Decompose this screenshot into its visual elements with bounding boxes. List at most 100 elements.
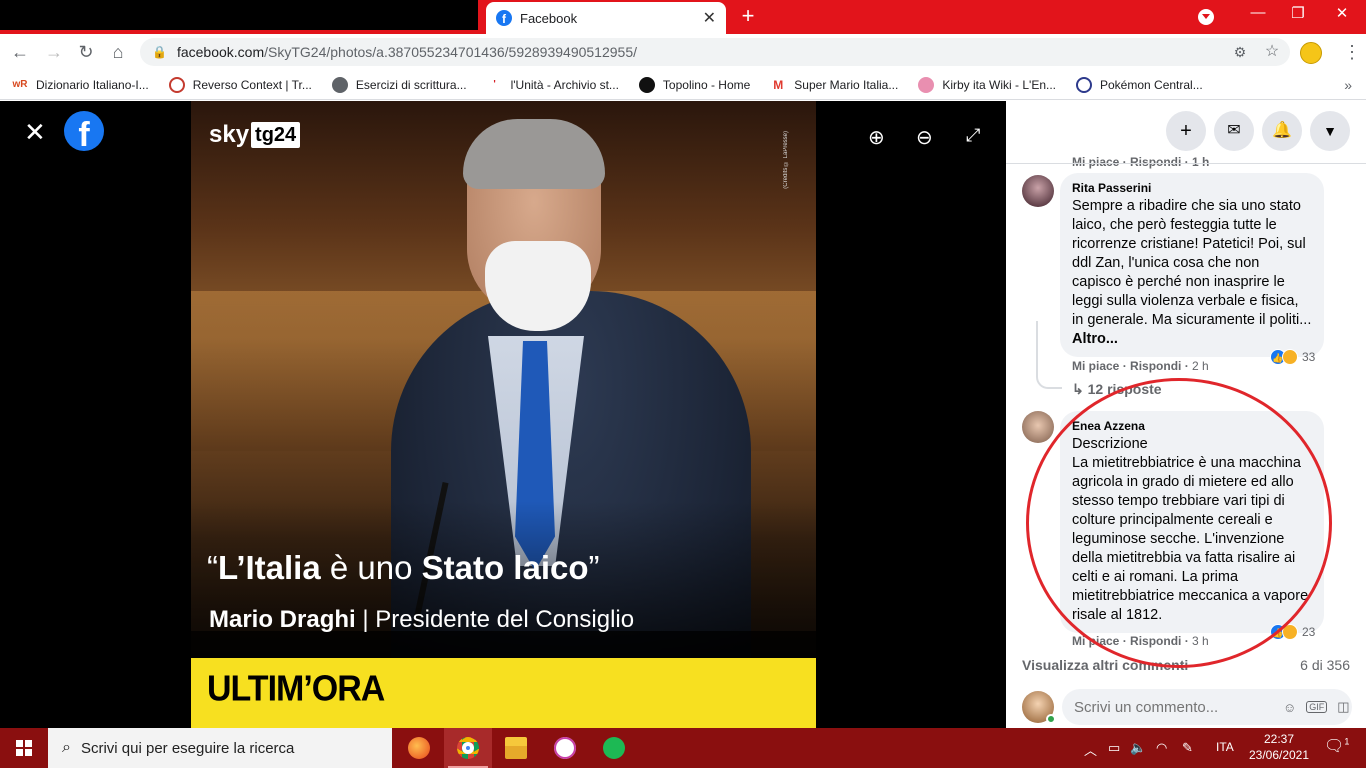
address-bar[interactable]: 🔒 facebook.com/SkyTG24/photos/a.38705523… <box>140 38 1290 66</box>
bookmarks-bar: wR Dizionario Italiano-I... Reverso Conte… <box>0 70 1366 100</box>
home-icon[interactable]: ⌂ <box>106 40 130 64</box>
tab-title: Facebook <box>520 10 578 26</box>
close-icon[interactable]: ✕ <box>24 119 46 145</box>
tab-strip: f Facebook ✕ + — ❐ ✕ <box>0 0 1366 34</box>
close-window-button[interactable]: ✕ <box>1328 4 1356 22</box>
haha-reaction-icon <box>1282 349 1298 365</box>
breaking-news-label: ULTIM’ORA <box>207 669 385 709</box>
like-link[interactable]: Mi piace <box>1072 634 1119 648</box>
notification-count: 1 <box>1344 736 1350 747</box>
bookmark-item[interactable]: Kirby ita Wiki - L'En... <box>918 76 1056 93</box>
bookmark-label: Super Mario Italia... <box>794 77 899 92</box>
reaction-count[interactable]: 👍 23 <box>1270 624 1315 640</box>
taskbar-itunes[interactable] <box>541 728 589 768</box>
replies-label: 12 risposte <box>1087 381 1162 397</box>
globe-icon <box>331 76 348 93</box>
gif-icon[interactable]: GIF <box>1306 701 1328 713</box>
account-menu-icon[interactable]: ▼ <box>1310 111 1350 151</box>
reaction-count[interactable]: 👍 33 <box>1270 349 1315 365</box>
restore-button[interactable]: ❐ <box>1284 4 1312 22</box>
new-tab-button[interactable]: + <box>737 5 759 27</box>
breaking-news-banner: ULTIM’ORA <box>191 658 816 728</box>
bookmark-item[interactable]: Esercizi di scrittura... <box>331 76 467 93</box>
bookmark-label: Dizionario Italiano-I... <box>36 77 149 92</box>
minimize-button[interactable]: — <box>1244 4 1272 21</box>
comment-time: 3 h <box>1192 634 1209 648</box>
bookmark-item[interactable]: Reverso Context | Tr... <box>168 76 312 93</box>
like-link[interactable]: Mi piace <box>1072 359 1119 373</box>
profile-menu-icon[interactable] <box>1198 9 1214 25</box>
search-icon: ⌕ <box>62 739 71 756</box>
back-arrow-icon[interactable]: ← <box>8 40 32 64</box>
comment-input[interactable] <box>1074 698 1273 716</box>
notifications-bell-icon[interactable]: 🔔 <box>1262 111 1302 151</box>
create-button[interactable]: + <box>1166 111 1206 151</box>
language-indicator[interactable]: ITA <box>1216 740 1234 754</box>
battery-icon[interactable]: ▭ <box>1108 740 1120 756</box>
sticker-icon[interactable]: ◫ <box>1337 699 1349 715</box>
avatar[interactable] <box>1022 175 1054 207</box>
start-button[interactable] <box>0 728 48 768</box>
notifications-icon[interactable]: 🗨1 <box>1324 736 1349 756</box>
bookmark-label: Topolino - Home <box>662 77 751 92</box>
reload-icon[interactable]: ↻ <box>74 40 98 64</box>
comment-actions: Mi piace · Rispondi · 2 h <box>1072 359 1209 373</box>
forward-arrow-icon[interactable]: → <box>42 40 66 64</box>
bookmark-item[interactable]: Pokémon Central... <box>1076 76 1203 93</box>
comment-author[interactable]: Enea Azzena <box>1072 419 1312 433</box>
facebook-favicon-icon: f <box>496 10 512 26</box>
view-replies-link[interactable]: ↳ 12 risposte <box>1072 381 1162 398</box>
bookmark-item[interactable]: wR Dizionario Italiano-I... <box>12 77 149 93</box>
bookmark-item[interactable]: ' l'Unità - Archivio st... <box>487 77 619 93</box>
browser-menu-icon[interactable]: ⋮ <box>1340 40 1364 64</box>
news-photo: sky tg24 (Credits © LaPresse) “L’Italia è… <box>191 101 816 728</box>
bookmark-star-icon[interactable]: ☆ <box>1260 40 1284 64</box>
haha-reaction-icon <box>1282 624 1298 640</box>
photo-viewer: ✕ f sky tg24 (Credits © LaPresse) “L’Ital… <box>0 101 1006 728</box>
zoom-in-icon[interactable]: ⊕ <box>868 125 885 150</box>
pen-icon[interactable]: ✎ <box>1182 740 1193 756</box>
taskbar-spotify[interactable] <box>590 728 638 768</box>
bookmark-item[interactable]: Topolino - Home <box>638 76 751 93</box>
view-more-comments-link[interactable]: Visualizza altri commenti <box>1022 657 1188 673</box>
sky-wordmark: sky <box>209 121 250 148</box>
photo-quote: “L’Italia è uno Stato laico” <box>207 549 600 587</box>
comments-panel: + ✉ 🔔 ▼ Mi piace · Rispondi · 1 h Rita P… <box>1006 101 1366 728</box>
reply-link[interactable]: Rispondi <box>1130 634 1181 648</box>
taskbar-file-explorer[interactable] <box>492 728 540 768</box>
tab-facebook[interactable]: f Facebook ✕ <box>486 2 726 34</box>
facebook-logo-icon[interactable]: f <box>64 111 104 151</box>
windows-logo-icon <box>16 740 32 756</box>
comment-actions: Mi piace · Rispondi · 3 h <box>1072 634 1209 648</box>
reply-link[interactable]: Rispondi <box>1130 359 1181 373</box>
mickey-icon <box>638 76 655 93</box>
see-more-link[interactable]: Altro... <box>1072 331 1118 347</box>
zoom-out-icon[interactable]: ⊖ <box>916 125 933 150</box>
messenger-icon[interactable]: ✉ <box>1214 111 1254 151</box>
comment-author[interactable]: Rita Passerini <box>1072 181 1312 195</box>
taskbar-chrome[interactable] <box>444 728 492 768</box>
tab-close-icon[interactable]: ✕ <box>703 8 716 28</box>
emoji-icon[interactable]: ☺ <box>1283 700 1296 715</box>
quote-bold-2: Stato laico <box>421 549 589 586</box>
avatar[interactable] <box>1022 411 1054 443</box>
quote-bold-1: L’Italia <box>218 549 321 586</box>
unita-icon: ' <box>493 79 496 90</box>
fullscreen-icon[interactable]: ⤢ <box>966 125 980 146</box>
taskbar-firefox[interactable] <box>395 728 443 768</box>
more-bookmarks-icon[interactable]: » <box>1344 77 1352 93</box>
extension-icon[interactable] <box>1300 42 1322 64</box>
volume-icon[interactable]: 🔈 <box>1130 740 1146 756</box>
taskbar-clock[interactable]: 22:37 23/06/2021 <box>1244 731 1314 763</box>
show-hidden-icons-chevron-icon[interactable]: ︿ <box>1084 740 1097 759</box>
windows-taskbar: ⌕ Scrivi qui per eseguire la ricerca ︿ ▭… <box>0 728 1366 768</box>
quote-open: “ <box>207 549 218 586</box>
spotify-icon <box>603 737 625 759</box>
site-info-icon[interactable]: ⚙ <box>1228 40 1252 64</box>
comment-bubble: Enea Azzena Descrizione La mietitrebbiat… <box>1060 411 1324 633</box>
comment-input-box[interactable]: ☺ GIF ◫ <box>1062 689 1352 725</box>
bookmark-item[interactable]: M Super Mario Italia... <box>770 77 898 93</box>
wifi-icon[interactable]: ◠ <box>1156 740 1167 756</box>
folder-icon <box>505 737 527 759</box>
taskbar-search[interactable]: ⌕ Scrivi qui per eseguire la ricerca <box>48 728 392 768</box>
